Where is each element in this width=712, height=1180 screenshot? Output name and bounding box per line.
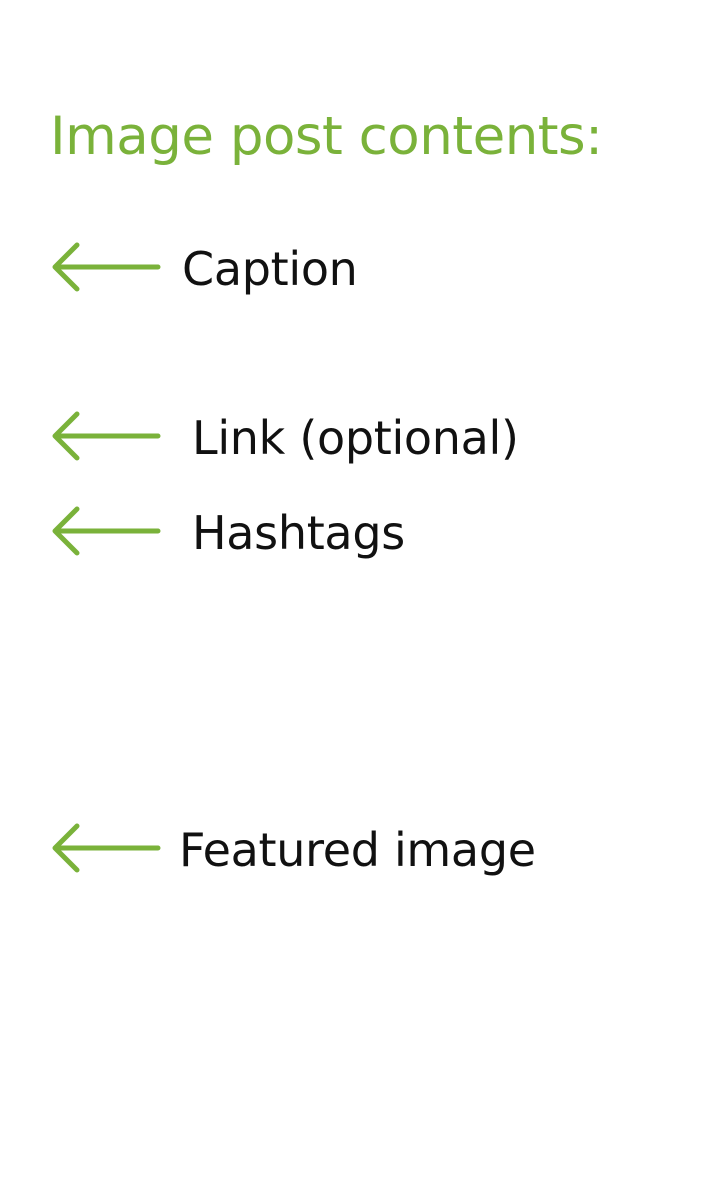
annotation-label-link: Link (optional) xyxy=(192,411,519,465)
page-title: Image post contents: xyxy=(50,106,603,167)
arrow-left-icon xyxy=(52,411,161,461)
annotation-hashtags: Hashtags xyxy=(50,505,690,561)
annotation-caption: Caption xyxy=(50,241,690,297)
annotation-label-featured-image: Featured image xyxy=(179,823,536,877)
arrow-left-icon xyxy=(52,823,161,873)
annotation-label-hashtags: Hashtags xyxy=(192,506,405,560)
annotation-link: Link (optional) xyxy=(50,410,690,466)
annotation-label-caption: Caption xyxy=(182,242,358,296)
annotation-featured-image: Featured image xyxy=(50,822,690,878)
arrow-left-icon xyxy=(52,242,161,292)
arrow-left-icon xyxy=(52,506,161,556)
